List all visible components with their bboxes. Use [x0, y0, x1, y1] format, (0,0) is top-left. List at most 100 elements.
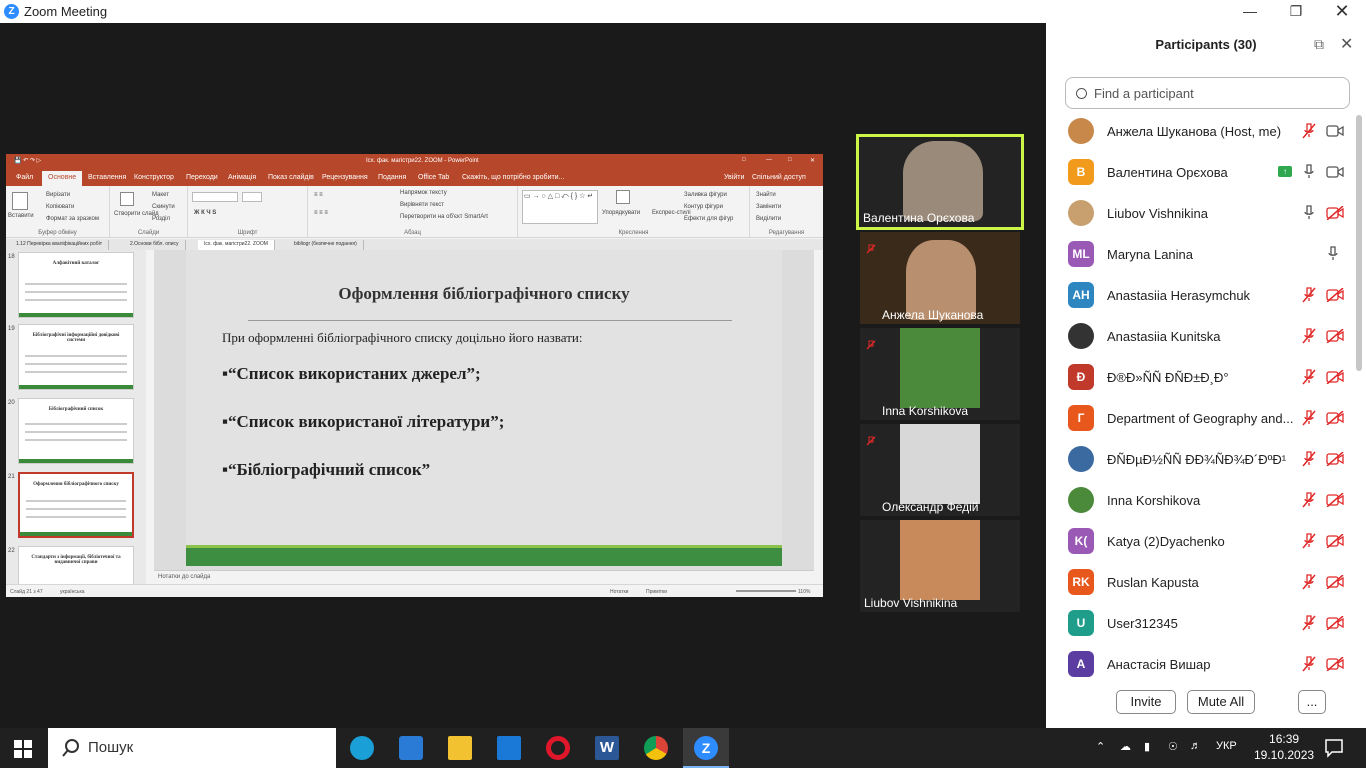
shapes-gallery[interactable]: ▭ → ○ △ □ ⤺ { } ☆ ↵ — [522, 190, 598, 224]
slide-thumbnail-selected[interactable]: Оформлення бібліографічного списку — [18, 472, 134, 538]
smartart-button[interactable]: Перетворити на об'єкт SmartArt — [400, 214, 488, 220]
participant-row[interactable]: Liubov Vishnikina — [1046, 193, 1356, 234]
muted-mic-icon[interactable] — [1302, 574, 1316, 590]
tab-animations[interactable]: Анімація — [228, 174, 256, 181]
video-tile[interactable]: Анжела Шуканова — [860, 232, 1020, 324]
participant-row[interactable]: В Валентина Орєхова ↑ — [1046, 152, 1356, 193]
keyboard-language[interactable]: УКР — [1216, 740, 1237, 752]
reset-button[interactable]: Скинути — [152, 204, 175, 210]
ppt-restore-icon[interactable]: □ — [788, 157, 792, 163]
paste-button[interactable]: Вставити — [8, 213, 34, 219]
participant-row[interactable]: K(Katya (2)Dyachenko — [1046, 521, 1356, 562]
muted-mic-icon[interactable] — [1302, 656, 1316, 672]
participant-row[interactable]: А Анастасія Вишар — [1046, 644, 1356, 681]
slide-thumbnail[interactable]: Бібліографічні інформаційні довідкові си… — [18, 324, 134, 390]
video-tile[interactable]: Олександр Федій — [860, 424, 1020, 516]
video-off-icon[interactable] — [1326, 329, 1344, 343]
mail-icon[interactable] — [497, 736, 521, 760]
sign-in-link[interactable]: Увійти — [724, 174, 744, 181]
edge-icon[interactable] — [350, 736, 374, 760]
participant-row[interactable]: AH Anastasiia Herasymchuk — [1046, 275, 1356, 316]
video-off-icon[interactable] — [1326, 411, 1344, 425]
tab-view[interactable]: Подання — [378, 174, 406, 181]
participants-scrollbar[interactable] — [1356, 115, 1362, 371]
arrange-icon[interactable] — [616, 190, 630, 204]
show-hidden-icons-icon[interactable]: ⌃ — [1096, 740, 1105, 753]
slide-thumbnail[interactable]: Стандарти з інформації, бібліотечної та … — [18, 546, 134, 584]
video-icon[interactable] — [1326, 165, 1344, 179]
doc-tab[interactable]: bibliogr (безпечне подання) — [288, 240, 364, 250]
participant-row[interactable]: Г Department of Geography and... — [1046, 398, 1356, 439]
muted-mic-icon[interactable] — [1302, 369, 1316, 385]
font-size-box[interactable] — [242, 192, 262, 202]
more-options-button[interactable]: ... — [1298, 690, 1326, 714]
wifi-icon[interactable]: ☉ — [1168, 740, 1178, 753]
ppt-minimize-icon[interactable]: — — [766, 157, 772, 163]
taskbar-search-box[interactable]: Пошук — [48, 728, 336, 768]
align-text-button[interactable]: Вирівняти текст — [400, 202, 444, 208]
bold-button[interactable]: Ж К Ч S — [194, 210, 216, 216]
zoom-level[interactable]: 110% — [798, 589, 810, 595]
copy-button[interactable]: Копіювати — [46, 204, 74, 210]
current-slide[interactable]: Оформлення бібліографічного списку При о… — [186, 250, 782, 566]
zoom-taskbar-button-active[interactable]: Z — [683, 728, 729, 768]
tab-review[interactable]: Рецензування — [322, 174, 368, 181]
participant-row[interactable]: Inna Korshikova — [1046, 480, 1356, 521]
ppt-close-icon[interactable]: ✕ — [810, 157, 815, 164]
tab-insert[interactable]: Вставлення — [88, 174, 126, 181]
store-icon[interactable] — [399, 736, 423, 760]
muted-mic-icon[interactable] — [1302, 287, 1316, 303]
tab-transitions[interactable]: Переходи — [186, 174, 218, 181]
video-off-icon[interactable] — [1326, 616, 1344, 630]
muted-mic-icon[interactable] — [1302, 123, 1316, 139]
doc-tab-active[interactable]: Ісх. фак. магістри22. ZOOM — [198, 240, 275, 250]
tab-file[interactable]: Файл — [16, 174, 33, 181]
font-name-box[interactable] — [192, 192, 238, 202]
video-off-icon[interactable] — [1326, 657, 1344, 671]
close-panel-icon[interactable]: ✕ — [1340, 34, 1353, 54]
video-off-icon[interactable] — [1326, 575, 1344, 589]
find-button[interactable]: Знайти — [756, 192, 776, 198]
zoom-slider[interactable] — [736, 590, 796, 592]
video-icon[interactable] — [1326, 124, 1344, 138]
muted-mic-icon[interactable] — [1302, 328, 1316, 344]
doc-tab[interactable]: 2.Основи бібл. опису — [124, 240, 186, 250]
chrome-icon[interactable] — [644, 736, 668, 760]
mute-all-button[interactable]: Mute All — [1187, 690, 1255, 714]
muted-mic-icon[interactable] — [1302, 615, 1316, 631]
tab-office-tab[interactable]: Office Tab — [418, 174, 449, 181]
tab-home[interactable]: Основне — [42, 171, 83, 186]
slide-editing-area[interactable]: Оформлення бібліографічного списку При о… — [154, 250, 814, 570]
quick-access-icons[interactable]: 💾 ↶ ↷ ▷ — [14, 157, 41, 164]
video-tile-active-speaker[interactable]: Валентина Орєхова — [856, 134, 1024, 230]
select-button[interactable]: Виділити — [756, 216, 781, 222]
share-button[interactable]: Спільний доступ — [752, 174, 806, 181]
section-button[interactable]: Розділ — [152, 216, 170, 222]
invite-button[interactable]: Invite — [1116, 690, 1176, 714]
restore-button[interactable]: ❐ — [1273, 0, 1319, 23]
video-off-icon[interactable] — [1326, 370, 1344, 384]
doc-tab[interactable]: 1.12 Перевірка кваліфікаційних робіт — [10, 240, 110, 250]
notes-pane[interactable]: Нотатки до слайда — [154, 570, 814, 584]
layout-button[interactable]: Макет — [152, 192, 169, 198]
mic-icon[interactable] — [1302, 164, 1316, 180]
opera-icon[interactable] — [546, 736, 570, 760]
notifications-icon[interactable] — [1324, 738, 1344, 758]
participant-row[interactable]: ÐÑÐµÐ½ÑÑ ÐÐ¾ÑÐ¾Ð´ÐºÐ¹ — [1046, 439, 1356, 480]
slide-thumbnail[interactable]: Бібліографічний список — [18, 398, 134, 464]
meet-now-icon[interactable]: ☁ — [1120, 740, 1131, 753]
muted-mic-icon[interactable] — [1302, 492, 1316, 508]
popout-icon[interactable]: ⧉ — [1314, 36, 1324, 53]
text-direction-button[interactable]: Напрямок тексту — [400, 190, 447, 196]
video-off-icon[interactable] — [1326, 452, 1344, 466]
arrange-button[interactable]: Упорядкувати — [602, 210, 640, 216]
participant-search-input[interactable]: Find a participant — [1065, 77, 1350, 109]
mic-icon[interactable] — [1302, 205, 1316, 221]
participant-row[interactable]: Anastasiia Kunitska — [1046, 316, 1356, 357]
video-tile[interactable]: Inna Korshikova — [860, 328, 1020, 420]
tell-me-box[interactable]: Скажіть, що потрібно зробити... — [462, 174, 564, 181]
shared-screen-powerpoint[interactable]: 💾 ↶ ↷ ▷ Ісх. фак. магістри22. ZOOM - Pow… — [6, 154, 823, 597]
windows-start-icon[interactable] — [14, 740, 32, 758]
bullets-icon[interactable]: ≡ ≡ — [314, 192, 323, 198]
video-off-icon[interactable] — [1326, 534, 1344, 548]
